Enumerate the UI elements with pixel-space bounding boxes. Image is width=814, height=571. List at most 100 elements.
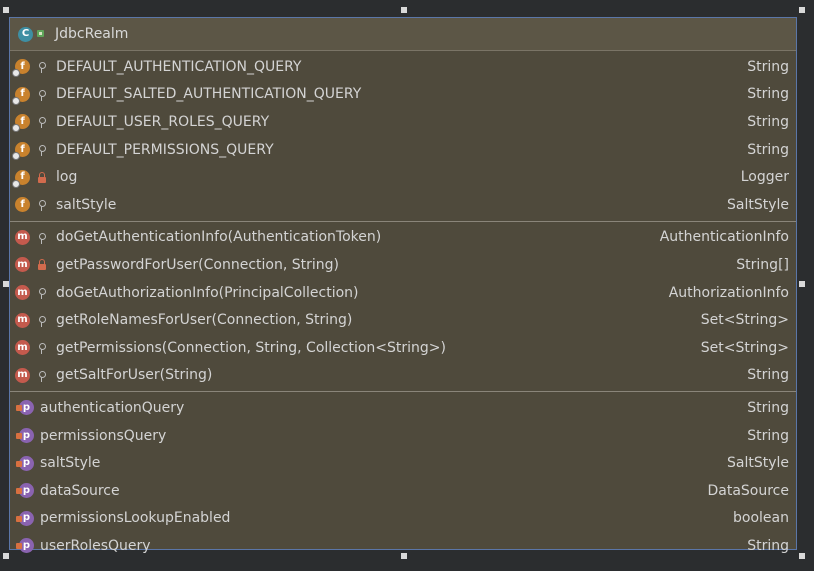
property-row[interactable]: p saltStyle SaltStyle [10, 449, 796, 477]
member-icons: m [15, 340, 56, 356]
static-marker-icon [12, 124, 20, 133]
member-icons: f [12, 86, 56, 105]
member-name: DEFAULT_SALTED_AUTHENTICATION_QUERY [56, 86, 362, 103]
static-marker-icon [12, 69, 20, 78]
method-row[interactable]: m getSaltForUser(String) String [10, 362, 796, 390]
method-icon: m [15, 367, 30, 383]
fields-section: f DEFAULT_AUTHENTICATION_QUERY String f DEFA… [10, 51, 796, 222]
member-type: Logger [740, 169, 789, 186]
field-row[interactable]: f DEFAULT_SALTED_AUTHENTICATION_QUERY Stri… [10, 81, 796, 109]
member-icons: f [12, 59, 56, 78]
static-marker-icon [12, 96, 20, 105]
resize-handle-bottom-left[interactable] [3, 553, 9, 559]
member-name: getRoleNamesForUser(Connection, String) [56, 312, 353, 329]
member-name: userRolesQuery [40, 537, 151, 554]
field-icon: f [15, 197, 30, 213]
member-name: dataSource [40, 482, 120, 499]
member-name: DEFAULT_USER_ROLES_QUERY [56, 113, 270, 130]
method-row[interactable]: m getPasswordForUser(Connection, String) S… [10, 251, 796, 279]
method-row[interactable]: m doGetAuthenticationInfo(AuthenticationT… [10, 224, 796, 252]
member-icons: p [15, 483, 34, 499]
member-type: String [747, 399, 789, 416]
member-type: String [747, 141, 789, 158]
field-row[interactable]: f DEFAULT_AUTHENTICATION_QUERY String [10, 53, 796, 81]
field-row[interactable]: f saltStyle SaltStyle [10, 191, 796, 219]
member-icons: p [15, 455, 34, 471]
member-type: String[] [736, 256, 789, 273]
property-marker-icon [16, 405, 22, 412]
method-icon: m [15, 312, 30, 328]
member-icons: m [15, 257, 56, 273]
static-marker-icon [12, 152, 20, 161]
method-icon: m [15, 229, 30, 245]
member-name: log [56, 169, 78, 186]
property-marker-icon [16, 543, 22, 550]
member-name: saltStyle [40, 455, 101, 472]
member-icons: f [12, 142, 56, 161]
property-marker-icon [16, 460, 22, 467]
property-row[interactable]: p dataSource DataSource [10, 477, 796, 505]
member-icons: p [15, 428, 34, 444]
resize-handle-bottom[interactable] [401, 553, 407, 559]
property-icon: p [16, 510, 34, 526]
member-type: SaltStyle [726, 196, 789, 213]
class-header[interactable]: C JdbcRealm [10, 18, 796, 51]
member-name: doGetAuthorizationInfo(PrincipalCollecti… [56, 284, 359, 301]
public-leaf-icon [36, 29, 46, 39]
resize-handle-top[interactable] [401, 7, 407, 13]
resize-handle-left[interactable] [3, 281, 9, 287]
resize-handle-top-left[interactable] [3, 7, 9, 13]
member-icons: p [15, 510, 34, 526]
member-name: permissionsQuery [40, 427, 167, 444]
method-row[interactable]: m getPermissions(Connection, String, Coll… [10, 334, 796, 362]
member-icons: m [15, 285, 56, 301]
public-pin-icon [37, 314, 47, 327]
public-pin-icon [37, 60, 47, 74]
property-icon: p [16, 455, 34, 471]
method-icon: m [15, 340, 30, 356]
member-icons: m [15, 312, 56, 328]
field-icon: f [12, 169, 30, 188]
member-type: String [747, 427, 789, 444]
member-icons: f [15, 197, 56, 213]
member-type: String [747, 113, 789, 130]
property-icon: p [16, 400, 34, 416]
member-type: boolean [733, 510, 789, 527]
class-node[interactable]: C JdbcRealm f DEFAULT_AUTHENTICATION_QUER… [9, 17, 797, 554]
member-name: permissionsLookupEnabled [40, 510, 231, 527]
field-row[interactable]: f DEFAULT_USER_ROLES_QUERY String [10, 108, 796, 136]
property-row[interactable]: p permissionsLookupEnabled boolean [10, 505, 796, 533]
field-icon: f [12, 59, 30, 78]
public-pin-icon [37, 143, 47, 157]
property-marker-icon [16, 488, 22, 495]
property-icon: p [16, 538, 34, 554]
public-pin-icon [37, 341, 47, 355]
member-icons: f [12, 169, 56, 188]
private-lock-icon [37, 171, 47, 184]
member-name: authenticationQuery [40, 399, 185, 416]
member-icons: m [15, 367, 56, 383]
property-icon: p [16, 428, 34, 444]
field-row[interactable]: f DEFAULT_PERMISSIONS_QUERY String [10, 136, 796, 164]
resize-handle-top-right[interactable] [799, 7, 805, 13]
public-pin-icon [37, 231, 47, 244]
member-type: AuthorizationInfo [668, 284, 789, 301]
member-icons: f [12, 114, 56, 133]
member-icons: p [15, 538, 34, 554]
public-pin-icon [37, 88, 47, 101]
resize-handle-bottom-right[interactable] [799, 553, 805, 559]
method-icon: m [15, 285, 30, 301]
member-type: Set<String> [700, 339, 789, 356]
method-row[interactable]: m doGetAuthorizationInfo(PrincipalCollect… [10, 279, 796, 307]
property-row[interactable]: p permissionsQuery String [10, 422, 796, 450]
member-icons: m [15, 229, 56, 245]
member-name: DEFAULT_AUTHENTICATION_QUERY [56, 58, 302, 75]
member-name: getPermissions(Connection, String, Colle… [56, 339, 447, 356]
resize-handle-right[interactable] [799, 281, 805, 287]
public-pin-icon [37, 286, 47, 300]
method-row[interactable]: m getRoleNamesForUser(Connection, String)… [10, 306, 796, 334]
private-lock-icon [37, 258, 47, 271]
property-marker-icon [16, 515, 22, 522]
field-row[interactable]: f log Logger [10, 163, 796, 191]
property-row[interactable]: p authenticationQuery String [10, 394, 796, 422]
